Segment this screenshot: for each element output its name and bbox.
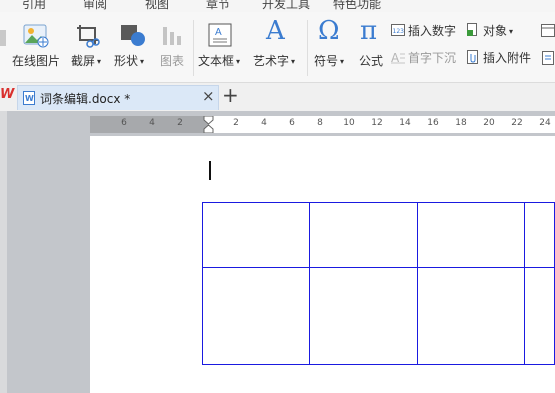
horizontal-ruler[interactable]: 6 4 2 2 4 6 8 10 12 14 16 18 20 22 24 xyxy=(90,116,555,133)
ruler-number: 18 xyxy=(455,118,467,128)
formula-button[interactable]: π 公式 xyxy=(355,12,389,82)
ruler-number: 8 xyxy=(317,118,323,128)
symbol-label: 符号 ▾ xyxy=(314,54,345,68)
document-workspace: 6 4 2 2 4 6 8 10 12 14 16 18 20 22 24 xyxy=(0,111,555,393)
ribbon-divider xyxy=(193,20,194,76)
table-cell[interactable] xyxy=(416,202,526,268)
calendar-icon xyxy=(541,24,555,37)
chart-button[interactable]: 图表 xyxy=(157,12,191,82)
screenshot-icon xyxy=(77,25,100,48)
ribbon-toolbar: 在线图片 截屏 ▾ 形状 ▾ 图表 A 文本框 ▾ A 艺术字 ▾ Ω 符号 ▾… xyxy=(0,12,555,83)
menu-item-chapter[interactable]: 章节 xyxy=(206,0,230,12)
table-row xyxy=(201,267,555,365)
ruler-number: 22 xyxy=(511,118,523,128)
svg-text:W: W xyxy=(25,94,34,103)
table-cell[interactable] xyxy=(201,267,311,365)
ruler-number: 4 xyxy=(149,118,155,128)
dropcap-button[interactable]: A 首字下沉 xyxy=(391,49,456,67)
menu-item-view[interactable]: 视图 xyxy=(145,0,169,12)
ruler-number: 2 xyxy=(177,118,183,128)
vertical-ruler xyxy=(0,111,7,393)
menu-bar: 引用 审阅 视图 章节 开发工具 特色功能 xyxy=(0,0,555,12)
online-picture-button[interactable]: 在线图片 xyxy=(12,12,62,82)
document-title: 词条编辑.docx * xyxy=(40,92,131,106)
menu-item-reference[interactable]: 引用 xyxy=(22,0,46,12)
screenshot-button[interactable]: 截屏 ▾ xyxy=(70,12,110,82)
truncated-right-tool-2[interactable] xyxy=(540,50,555,68)
ruler-number: 12 xyxy=(371,118,383,128)
ruler-number: 2 xyxy=(233,118,239,128)
table-cell[interactable] xyxy=(309,267,418,365)
shapes-icon xyxy=(121,25,145,46)
ruler-number: 4 xyxy=(261,118,267,128)
chart-icon xyxy=(163,27,181,45)
textbox-label: 文本框 ▾ xyxy=(198,54,241,68)
textbox-icon: A xyxy=(208,23,232,47)
word-doc-icon: W xyxy=(23,91,35,105)
table-cell[interactable] xyxy=(416,267,526,365)
document-tab[interactable]: W 词条编辑.docx * × xyxy=(17,85,219,110)
wordart-icon: A xyxy=(266,16,285,46)
ruler-number: 6 xyxy=(289,118,295,128)
table-cell[interactable] xyxy=(201,202,311,268)
truncated-tool-icon xyxy=(0,30,6,46)
symbol-button[interactable]: Ω 符号 ▾ xyxy=(312,12,352,82)
document-table[interactable] xyxy=(201,202,555,365)
attachment-icon xyxy=(467,50,478,64)
svg-text:A: A xyxy=(215,27,222,38)
text-cursor xyxy=(209,161,211,180)
chart-label: 图表 xyxy=(160,54,185,68)
close-tab-icon[interactable]: × xyxy=(202,87,215,105)
table-row xyxy=(201,202,555,268)
ruler-number: 20 xyxy=(483,118,495,128)
omega-icon: Ω xyxy=(318,16,340,46)
ruler-number: 16 xyxy=(427,118,439,128)
menu-item-developer[interactable]: 开发工具 xyxy=(262,0,310,12)
table-cell[interactable] xyxy=(524,202,555,268)
table-cell[interactable] xyxy=(309,202,418,268)
ruler-number: 14 xyxy=(399,118,411,128)
document-icon xyxy=(542,51,554,65)
wps-logo-icon[interactable]: W xyxy=(0,87,14,102)
ruler-number: 24 xyxy=(539,118,551,128)
new-tab-icon[interactable]: + xyxy=(222,83,239,107)
ribbon-divider xyxy=(307,20,308,76)
svg-text:A: A xyxy=(391,51,400,64)
insert-number-button[interactable]: 123 插入数字 xyxy=(391,22,456,40)
truncated-right-tool[interactable] xyxy=(540,22,555,40)
document-page[interactable] xyxy=(90,136,555,393)
insert-attachment-button[interactable]: 插入附件 xyxy=(466,49,531,67)
online-picture-label: 在线图片 xyxy=(12,54,61,68)
shapes-button[interactable]: 形状 ▾ xyxy=(113,12,155,82)
online-picture-icon xyxy=(23,24,49,48)
menu-item-review[interactable]: 审阅 xyxy=(83,0,107,12)
formula-label: 公式 xyxy=(359,54,384,68)
dropcap-icon: A xyxy=(391,51,405,64)
number-icon: 123 xyxy=(391,24,405,36)
table-cell[interactable] xyxy=(524,267,555,365)
svg-text:123: 123 xyxy=(393,28,405,35)
shapes-label: 形状 ▾ xyxy=(114,54,145,68)
pi-icon: π xyxy=(360,16,378,46)
wordart-label: 艺术字 ▾ xyxy=(253,54,296,68)
textbox-button[interactable]: A 文本框 ▾ xyxy=(197,12,249,82)
menu-item-special[interactable]: 特色功能 xyxy=(333,0,381,12)
object-icon xyxy=(467,23,477,36)
object-button[interactable]: 对象 ▾ xyxy=(466,22,513,40)
document-tab-bar: W W 词条编辑.docx * × + xyxy=(0,83,555,111)
ruler-number: 6 xyxy=(121,118,127,128)
screenshot-label: 截屏 ▾ xyxy=(71,54,102,68)
ruler-number: 10 xyxy=(343,118,355,128)
wordart-button[interactable]: A 艺术字 ▾ xyxy=(252,12,304,82)
indent-marker-icon[interactable] xyxy=(203,116,214,133)
